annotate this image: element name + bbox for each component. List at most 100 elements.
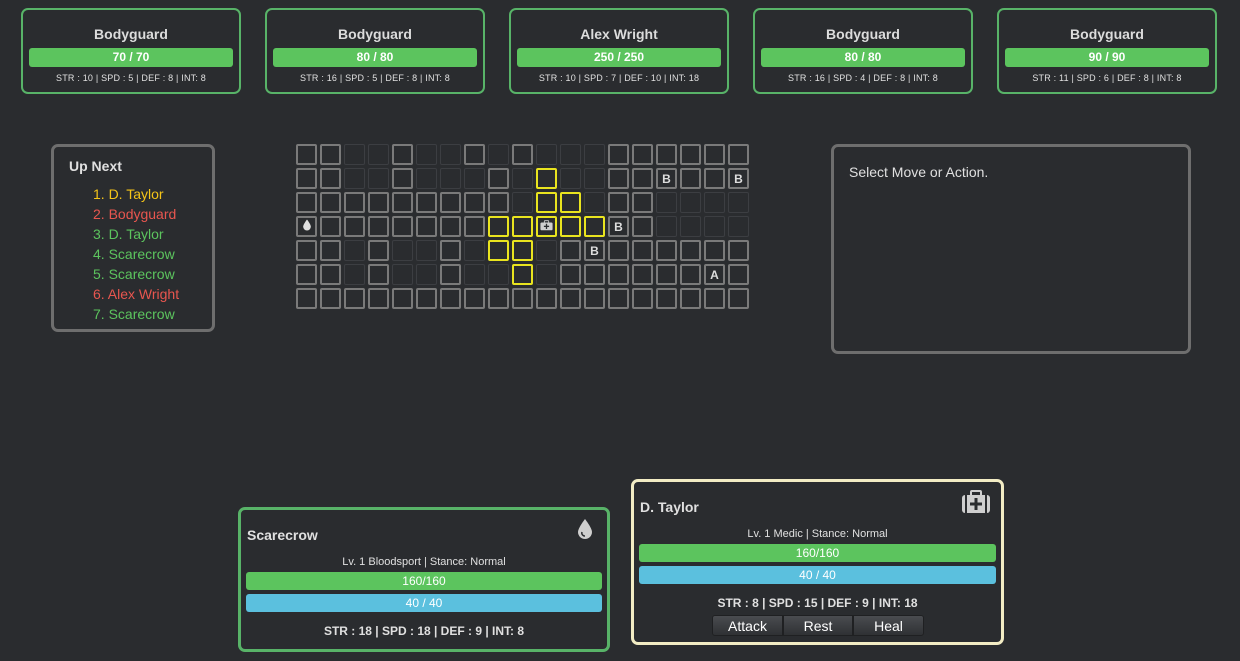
grid-cell[interactable] (488, 264, 509, 285)
grid-cell[interactable] (680, 216, 701, 237)
grid-cell-move-option[interactable] (536, 168, 557, 189)
grid-cell-move-option[interactable] (512, 264, 533, 285)
grid-cell-move-option[interactable] (536, 192, 557, 213)
grid-cell[interactable] (704, 216, 725, 237)
grid-cell[interactable] (584, 288, 605, 309)
grid-cell[interactable] (704, 192, 725, 213)
grid-cell-move-option[interactable] (560, 216, 581, 237)
grid-cell[interactable] (608, 168, 629, 189)
heal-button[interactable]: Heal (853, 615, 924, 636)
grid-cell[interactable] (560, 168, 581, 189)
grid-cell-scarecrow[interactable] (296, 216, 317, 237)
grid-cell[interactable] (368, 264, 389, 285)
grid-cell[interactable] (464, 288, 485, 309)
grid-cell[interactable] (344, 288, 365, 309)
grid-cell-alex-wright[interactable]: A (704, 264, 725, 285)
grid-cell[interactable] (608, 264, 629, 285)
grid-cell[interactable] (632, 144, 653, 165)
grid-cell[interactable] (392, 216, 413, 237)
grid-cell[interactable] (584, 168, 605, 189)
grid-cell[interactable] (368, 288, 389, 309)
grid-cell[interactable] (392, 288, 413, 309)
grid-cell[interactable] (656, 216, 677, 237)
grid-cell[interactable] (416, 240, 437, 261)
grid-cell-bodyguard[interactable]: B (656, 168, 677, 189)
grid-cell[interactable] (392, 144, 413, 165)
grid-cell[interactable] (344, 240, 365, 261)
grid-cell[interactable] (368, 240, 389, 261)
ally-card-scarecrow[interactable]: Scarecrow Lv. 1 Bloodsport | Stance: Nor… (238, 507, 610, 652)
grid-cell[interactable] (488, 168, 509, 189)
grid-cell[interactable] (680, 264, 701, 285)
enemy-card-4[interactable]: Bodyguard 80 / 80 STR : 16 | SPD : 4 | D… (753, 8, 973, 94)
grid-cell[interactable] (680, 192, 701, 213)
grid-cell[interactable] (632, 264, 653, 285)
rest-button[interactable]: Rest (783, 615, 853, 636)
grid-cell[interactable] (392, 168, 413, 189)
grid-cell[interactable] (320, 264, 341, 285)
grid-cell[interactable] (368, 168, 389, 189)
grid-cell[interactable] (608, 240, 629, 261)
grid-cell[interactable] (440, 264, 461, 285)
grid-cell[interactable] (320, 192, 341, 213)
grid-cell-move-option[interactable] (488, 240, 509, 261)
grid-cell[interactable] (392, 264, 413, 285)
grid-cell-move-option[interactable] (584, 216, 605, 237)
grid-cell[interactable] (416, 264, 437, 285)
grid-cell[interactable] (416, 216, 437, 237)
grid-cell[interactable] (560, 264, 581, 285)
grid-cell[interactable] (440, 240, 461, 261)
grid-cell[interactable] (704, 168, 725, 189)
grid-cell[interactable] (704, 144, 725, 165)
grid-cell[interactable] (488, 288, 509, 309)
grid-cell[interactable] (440, 216, 461, 237)
grid-cell[interactable] (296, 240, 317, 261)
grid-cell[interactable] (296, 192, 317, 213)
grid-cell[interactable] (440, 192, 461, 213)
grid-cell[interactable] (416, 168, 437, 189)
grid-cell[interactable] (632, 240, 653, 261)
grid-cell[interactable] (368, 216, 389, 237)
grid-cell[interactable] (464, 240, 485, 261)
grid-cell-bodyguard[interactable]: B (608, 216, 629, 237)
grid-cell[interactable] (728, 144, 749, 165)
grid-cell[interactable] (560, 288, 581, 309)
grid-cell-bodyguard[interactable]: B (584, 240, 605, 261)
grid-cell[interactable] (368, 192, 389, 213)
grid-cell[interactable] (632, 192, 653, 213)
grid-cell-move-option[interactable] (488, 216, 509, 237)
grid-cell[interactable] (632, 288, 653, 309)
grid-cell-move-option[interactable] (560, 192, 581, 213)
grid-cell[interactable] (728, 240, 749, 261)
grid-cell[interactable] (728, 288, 749, 309)
grid-cell[interactable] (344, 192, 365, 213)
grid-cell[interactable] (344, 168, 365, 189)
grid-cell[interactable] (392, 240, 413, 261)
grid-cell-move-option[interactable] (512, 216, 533, 237)
grid-cell[interactable] (320, 216, 341, 237)
grid-cell-move-option[interactable] (512, 240, 533, 261)
grid-cell[interactable] (512, 168, 533, 189)
enemy-card-2[interactable]: Bodyguard 80 / 80 STR : 16 | SPD : 5 | D… (265, 8, 485, 94)
grid-cell[interactable] (296, 264, 317, 285)
grid-cell[interactable] (296, 288, 317, 309)
enemy-card-5[interactable]: Bodyguard 90 / 90 STR : 11 | SPD : 6 | D… (997, 8, 1217, 94)
enemy-card-1[interactable]: Bodyguard 70 / 70 STR : 10 | SPD : 5 | D… (21, 8, 241, 94)
grid-cell[interactable] (680, 288, 701, 309)
grid-cell[interactable] (344, 264, 365, 285)
grid-cell[interactable] (464, 192, 485, 213)
grid-cell[interactable] (656, 288, 677, 309)
grid-cell[interactable] (536, 144, 557, 165)
grid-cell[interactable] (488, 144, 509, 165)
grid-cell[interactable] (440, 144, 461, 165)
grid-cell[interactable] (656, 144, 677, 165)
grid-cell[interactable] (704, 240, 725, 261)
grid-cell[interactable] (680, 240, 701, 261)
grid-cell[interactable] (680, 144, 701, 165)
grid-cell[interactable] (296, 168, 317, 189)
grid-cell[interactable] (512, 192, 533, 213)
grid-cell[interactable] (464, 144, 485, 165)
grid-cell[interactable] (656, 192, 677, 213)
grid-cell[interactable] (560, 240, 581, 261)
grid-cell[interactable] (344, 144, 365, 165)
